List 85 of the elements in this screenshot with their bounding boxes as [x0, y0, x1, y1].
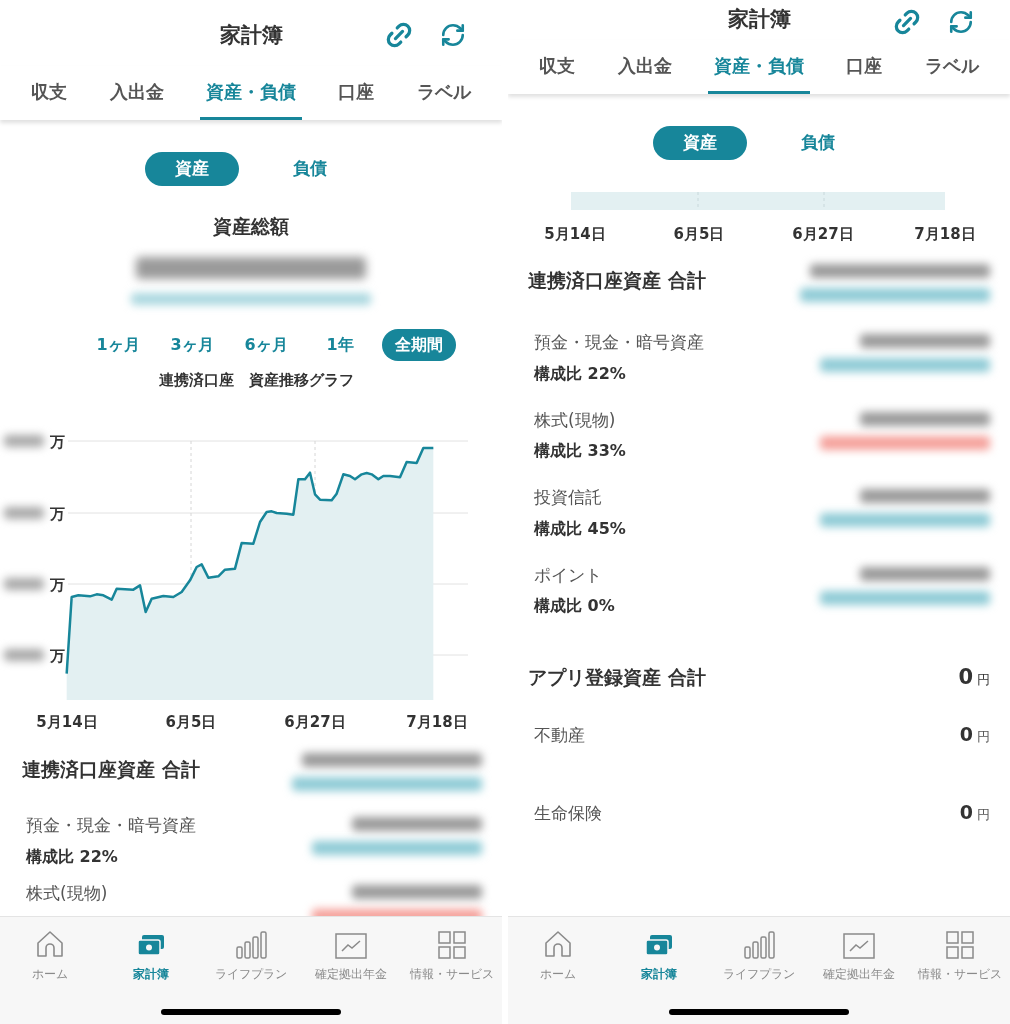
tab[interactable]: 口座: [332, 66, 381, 120]
axis-label: 6月27日: [792, 225, 854, 243]
line-chart-icon: [843, 933, 876, 959]
axis-unit: 万: [50, 576, 65, 594]
asset-category: ポイント: [534, 563, 603, 587]
ratio-text: 構成比 22%: [26, 845, 119, 868]
chart-title: 連携済口座 資産推移グラフ: [157, 369, 354, 391]
asset-category: 株式(現物): [26, 881, 108, 905]
period-button[interactable]: 6ヶ月: [234, 328, 298, 361]
axis-label: 7月18日: [914, 225, 976, 243]
section-title: アプリ登録資産 合計: [528, 665, 706, 690]
asset-category: 生命保険: [534, 802, 602, 825]
currency-unit: 円: [977, 806, 990, 824]
currency-unit: 円: [977, 671, 990, 689]
screen-title: 家計簿: [727, 6, 791, 34]
refresh-button[interactable]: [948, 9, 974, 35]
tab[interactable]: 資産・負債: [707, 40, 810, 94]
home-icon: [35, 929, 66, 959]
grid-icon: [945, 931, 974, 959]
bar-chart-icon: [234, 931, 267, 959]
axis-unit: 万: [50, 433, 65, 451]
tab[interactable]: ラベル: [410, 66, 477, 120]
nav-item[interactable]: 確定拠出年金: [303, 929, 400, 983]
tab[interactable]: 収支: [533, 40, 582, 94]
axis-label: 5月14日: [36, 713, 98, 731]
asset-category: 不動産: [534, 723, 585, 747]
section-title: 連携済口座資産 合計: [528, 268, 706, 293]
ratio-text: 構成比 45%: [534, 517, 626, 540]
asset-category: 預金・現金・暗号資産: [534, 331, 704, 354]
segment-button[interactable]: 負債: [263, 152, 357, 186]
ratio-text: 構成比 33%: [534, 440, 626, 462]
tab[interactable]: ラベル: [918, 40, 985, 94]
blurred-axis-value: [4, 435, 44, 447]
period-button[interactable]: 全期間: [382, 328, 456, 361]
tab[interactable]: 口座: [840, 40, 889, 94]
nav-item[interactable]: ライフプラン: [202, 929, 299, 983]
refresh-icon: [440, 22, 466, 48]
screen-title: 家計簿: [219, 22, 283, 50]
home-icon: [543, 929, 574, 959]
refresh-button[interactable]: [440, 22, 466, 48]
axis-label: 5月14日: [544, 225, 606, 243]
axis-label: 7月18日: [406, 713, 468, 731]
blurred-axis-value: [4, 578, 44, 590]
nav-item[interactable]: ホーム: [2, 929, 99, 983]
nav-item[interactable]: ホーム: [510, 929, 607, 983]
tab[interactable]: 資産・負債: [199, 66, 302, 120]
ratio-text: 構成比 0%: [534, 595, 615, 617]
axis-label: 6月5日: [673, 225, 725, 243]
axis-label: 6月5日: [165, 713, 217, 731]
asset-category: 預金・現金・暗号資産: [26, 814, 196, 837]
period-button[interactable]: 1年: [308, 328, 372, 361]
tab[interactable]: 収支: [25, 66, 74, 120]
nav-item[interactable]: 情報・サービス: [403, 929, 500, 983]
nav-item[interactable]: 家計簿: [610, 929, 707, 983]
segment-button[interactable]: 負債: [771, 126, 865, 160]
currency-unit: 円: [977, 727, 990, 746]
nav-item[interactable]: 情報・サービス: [911, 929, 1008, 983]
ratio-text: 構成比 22%: [534, 362, 627, 385]
tab[interactable]: 入出金: [103, 66, 170, 120]
link-button[interactable]: [384, 20, 414, 50]
link-button[interactable]: [892, 7, 922, 37]
axis-label: 6月27日: [284, 713, 346, 731]
segment-button[interactable]: 資産: [653, 126, 747, 160]
blurred-axis-value: [4, 649, 44, 661]
nav-item[interactable]: ライフプラン: [710, 929, 807, 983]
axis-unit: 万: [50, 505, 65, 523]
nav-item[interactable]: 確定拠出年金: [811, 929, 908, 983]
grid-icon: [437, 931, 466, 959]
segment-button[interactable]: 資産: [145, 152, 239, 186]
asset-category: 投資信託: [534, 486, 603, 509]
summary-label: 資産総額: [213, 214, 289, 239]
asset-category: 株式(現物): [534, 408, 617, 432]
refresh-icon: [948, 9, 974, 35]
blurred-axis-value: [4, 507, 44, 519]
tab[interactable]: 入出金: [611, 40, 678, 94]
total-value: 0: [958, 664, 973, 691]
period-button[interactable]: 1ヶ月: [86, 328, 150, 361]
period-button[interactable]: 3ヶ月: [160, 328, 224, 361]
nav-item[interactable]: 家計簿: [102, 929, 199, 983]
section-title: 連携済口座資産 合計: [22, 757, 200, 782]
line-chart-icon: [335, 933, 368, 959]
asset-value: 0: [959, 800, 973, 825]
bar-chart-icon: [742, 931, 775, 959]
axis-unit: 万: [50, 647, 65, 665]
asset-value: 0: [959, 721, 973, 747]
